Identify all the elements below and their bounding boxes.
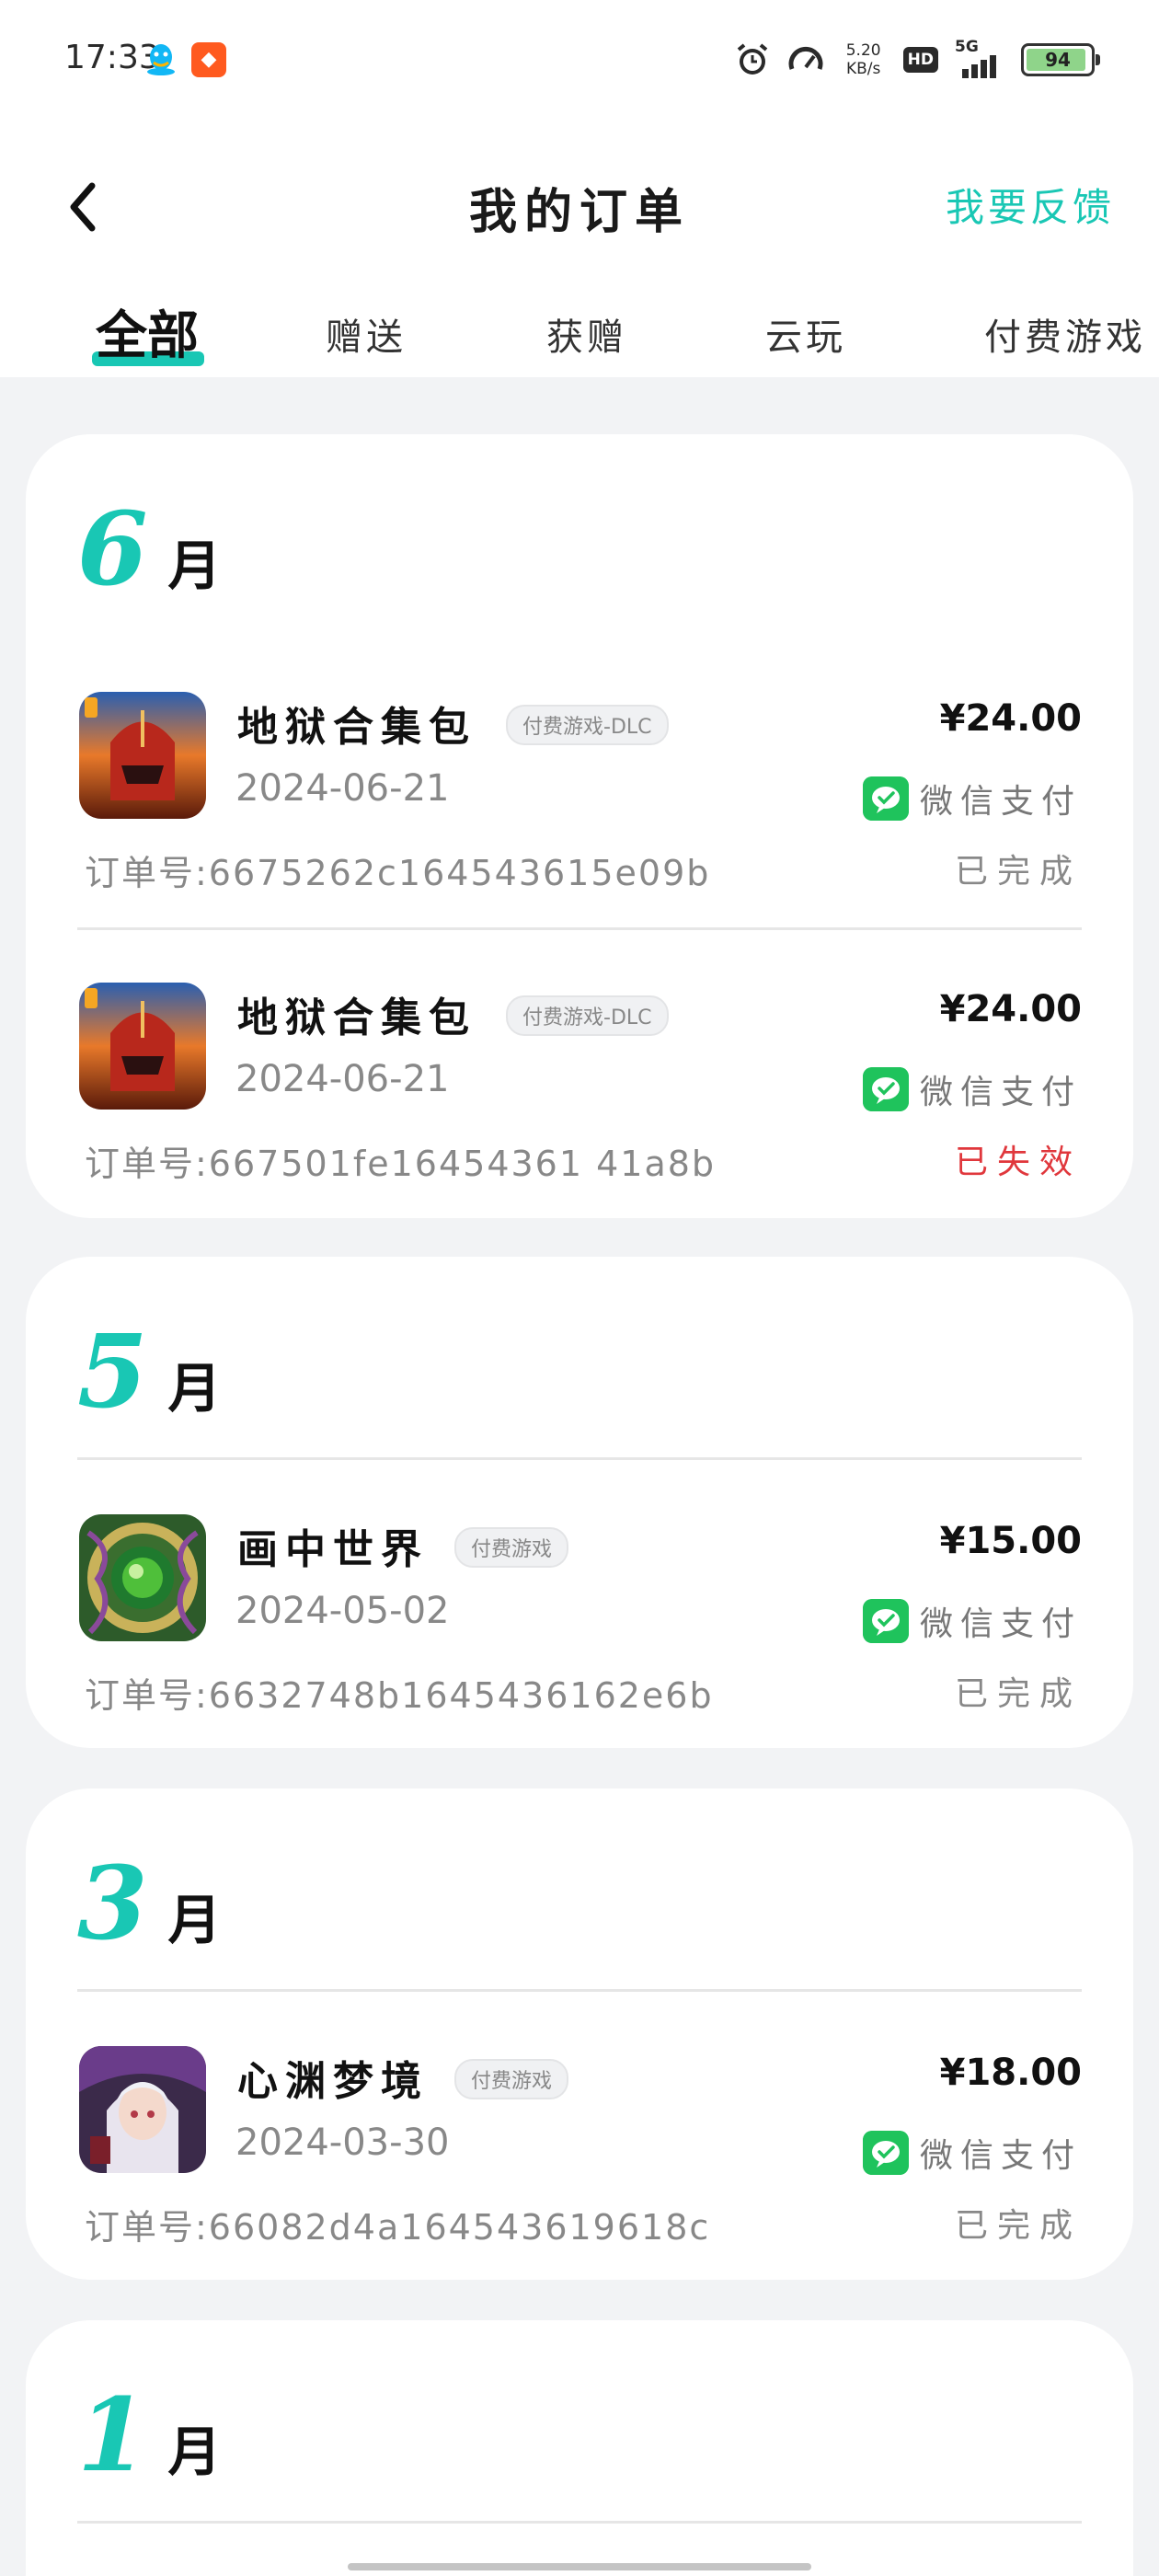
month-unit: 月 <box>167 1357 222 1420</box>
order-date: 2024-06-21 <box>235 1058 450 1100</box>
order-item[interactable]: 地狱合集包 付费游戏-DLC 2024-06-21 ¥24.00 微信支付 订单… <box>26 692 1133 903</box>
status-bar: 17:33 ◆ 5.20 KB/s HD 5G 94 <box>0 0 1159 120</box>
month-unit: 月 <box>167 2421 222 2483</box>
network-speed-unit: KB/s <box>845 60 881 78</box>
game-type-tag: 付费游戏-DLC <box>506 995 669 1036</box>
month-unit: 月 <box>167 1889 222 1951</box>
order-item[interactable]: 地狱合集包 付费游戏-DLC 2024-06-21 ¥24.00 微信支付 订单… <box>26 983 1133 1194</box>
game-thumbnail-hell-pack <box>79 692 206 819</box>
order-date: 2024-05-02 <box>235 1590 450 1632</box>
game-type-tag: 付费游戏 <box>454 2059 569 2099</box>
page-header: 我的订单 我要反馈 全部 赠送 获赠 云玩 付费游戏 <box>0 120 1159 377</box>
speedometer-icon <box>788 47 823 70</box>
network-speed: 5.20 KB/s <box>841 41 887 78</box>
tab-paid-games[interactable]: 付费游戏 <box>984 307 1146 361</box>
order-price: ¥18.00 <box>939 2052 1082 2094</box>
month-unit: 月 <box>167 535 222 597</box>
month-number: 6 <box>77 489 148 608</box>
tab-all-label: 全部 <box>96 306 199 366</box>
month-header: 6 月 <box>77 499 222 600</box>
order-number: 订单号:6675262c164543615e09b <box>85 853 711 893</box>
tab-cloud-play[interactable]: 云玩 <box>765 307 846 361</box>
month-header: 3 月 <box>77 1853 222 1954</box>
month-card-june: 6 月 地狱合集包 付费游戏-DLC 2024-06-21 ¥24.00 微信支… <box>26 434 1133 1218</box>
order-number: 订单号:6632748b1645436162e6b <box>85 1675 714 1716</box>
game-type-tag: 付费游戏 <box>454 1527 569 1568</box>
hd-badge: HD <box>902 47 938 73</box>
payment-label: 微信支付 <box>919 2137 1082 2175</box>
month-header: 5 月 <box>77 1321 222 1422</box>
tab-received[interactable]: 获赠 <box>546 307 627 361</box>
game-thumbnail-gorogoa <box>79 1514 206 1641</box>
order-price: ¥15.00 <box>939 1520 1082 1562</box>
month-number: 5 <box>77 1312 148 1431</box>
month-number: 1 <box>77 2375 148 2494</box>
order-number: 订单号:667501fe16454361 41a8b <box>85 1144 717 1184</box>
game-type-tag: 付费游戏-DLC <box>506 705 669 745</box>
payment-label: 微信支付 <box>919 1605 1082 1643</box>
signal-label: 5G <box>955 38 979 56</box>
game-name: 心渊梦境 <box>237 2058 429 2105</box>
app-notification-icon: ◆ <box>191 42 226 77</box>
payment-label: 微信支付 <box>919 783 1082 821</box>
tab-gift[interactable]: 赠送 <box>326 307 407 361</box>
month-card-january: 1 月 <box>26 2320 1133 2576</box>
divider <box>77 1457 1082 1460</box>
order-price: ¥24.00 <box>939 697 1082 740</box>
battery-icon: 94 <box>1021 43 1100 76</box>
alarm-icon <box>737 43 767 75</box>
order-number: 订单号:66082d4a164543619618c <box>85 2207 711 2248</box>
battery-level: 94 <box>1045 49 1071 71</box>
wechat-pay-icon <box>862 776 909 821</box>
payment-method: 微信支付 <box>862 2131 1082 2175</box>
order-date: 2024-06-21 <box>235 767 450 810</box>
game-thumbnail-heart-dream <box>79 2046 206 2173</box>
month-card-may: 5 月 画中世界 付费游戏 2024-05-02 ¥15.00 微信支付 订单号… <box>26 1257 1133 1748</box>
divider <box>77 2521 1082 2524</box>
month-number: 3 <box>77 1844 148 1962</box>
network-speed-value: 5.20 <box>845 41 881 60</box>
feedback-button[interactable]: 我要反馈 <box>946 177 1115 233</box>
wechat-pay-icon <box>862 2131 909 2175</box>
wechat-pay-icon <box>862 1067 909 1111</box>
order-status: 已失效 <box>954 1144 1082 1181</box>
order-date: 2024-03-30 <box>235 2122 450 2164</box>
qq-icon <box>147 44 175 75</box>
order-item[interactable]: 心渊梦境 付费游戏 2024-03-30 ¥18.00 微信支付 订单号:660… <box>26 2046 1133 2258</box>
order-price: ¥24.00 <box>939 988 1082 1030</box>
game-name: 地狱合集包 <box>237 704 476 751</box>
home-indicator[interactable] <box>348 2563 811 2570</box>
order-status: 已完成 <box>954 1675 1082 1713</box>
payment-method: 微信支付 <box>862 1067 1082 1111</box>
payment-method: 微信支付 <box>862 776 1082 821</box>
wechat-pay-icon <box>862 1599 909 1643</box>
month-header: 1 月 <box>77 2385 222 2486</box>
tab-all[interactable]: 全部 <box>96 294 199 369</box>
order-status: 已完成 <box>954 853 1082 891</box>
order-status: 已完成 <box>954 2207 1082 2245</box>
signal-icon: 5G <box>955 38 1004 78</box>
order-item[interactable]: 画中世界 付费游戏 2024-05-02 ¥15.00 微信支付 订单号:663… <box>26 1514 1133 1726</box>
payment-method: 微信支付 <box>862 1599 1082 1643</box>
tab-bar: 全部 赠送 获赠 云玩 付费游戏 <box>0 294 1159 377</box>
divider <box>77 927 1082 930</box>
payment-label: 微信支付 <box>919 1074 1082 1111</box>
divider <box>77 1989 1082 1992</box>
game-thumbnail-hell-pack <box>79 983 206 1110</box>
game-name: 画中世界 <box>237 1526 429 1573</box>
game-name: 地狱合集包 <box>237 995 476 1041</box>
month-card-march: 3 月 心渊梦境 付费游戏 2024-03-30 ¥18.00 微信支付 订单号… <box>26 1788 1133 2280</box>
